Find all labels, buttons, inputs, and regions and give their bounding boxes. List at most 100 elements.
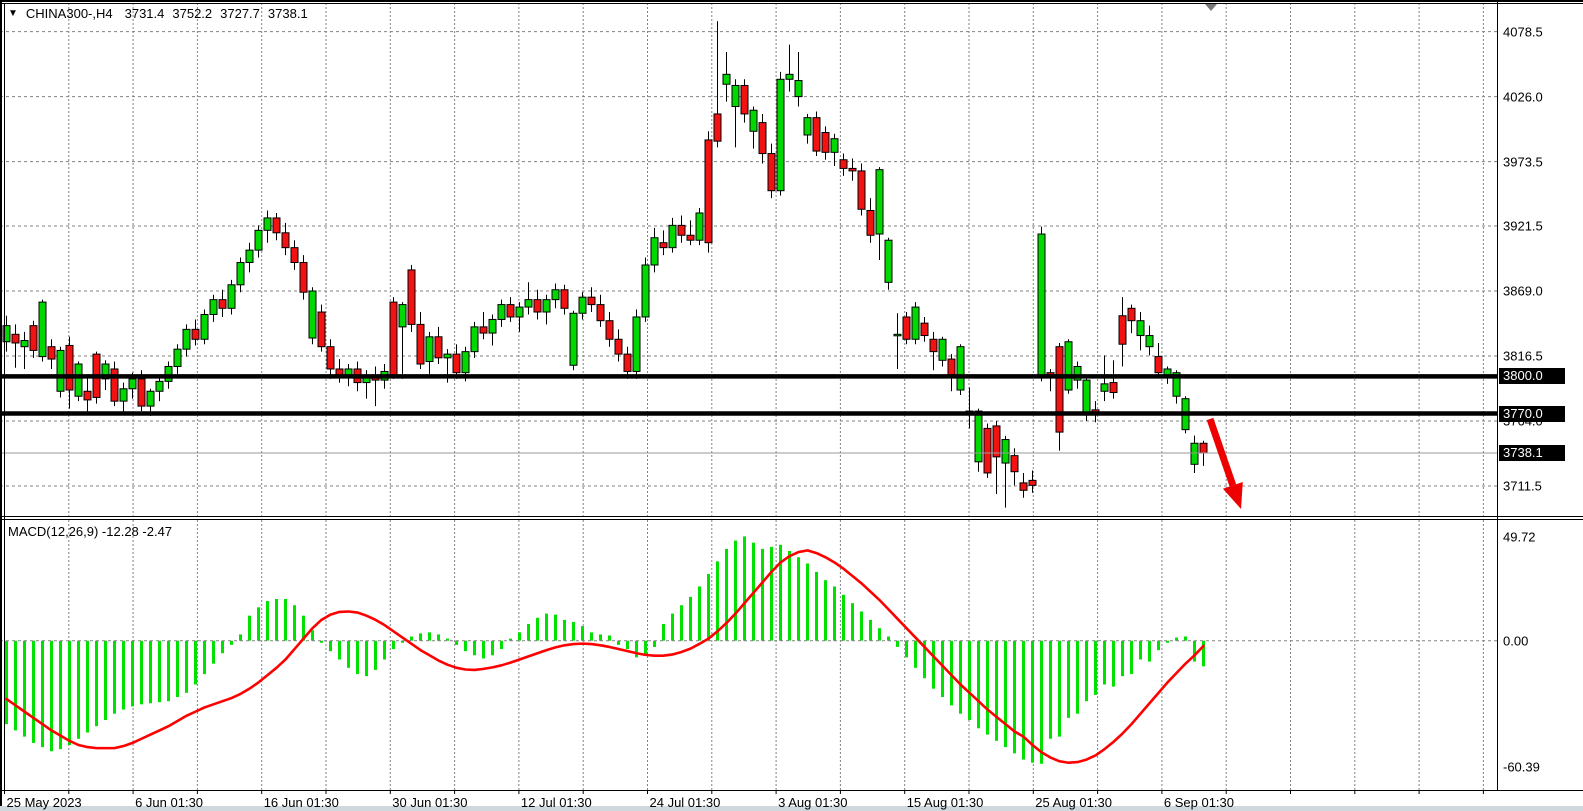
candle[interactable] [156, 381, 163, 391]
candle[interactable] [48, 347, 55, 359]
candle[interactable] [723, 74, 730, 84]
candle[interactable] [228, 285, 235, 309]
candle[interactable] [111, 369, 118, 401]
candle[interactable] [282, 233, 289, 248]
candle[interactable] [975, 411, 982, 462]
candle[interactable] [147, 391, 154, 406]
candle[interactable] [1011, 456, 1018, 472]
candle[interactable] [489, 319, 496, 333]
candle[interactable] [1065, 342, 1072, 390]
candle[interactable] [687, 235, 694, 240]
candle[interactable] [417, 324, 424, 364]
candle[interactable] [390, 302, 397, 375]
candle[interactable] [174, 349, 181, 366]
candle[interactable] [1083, 380, 1090, 412]
candle[interactable] [939, 339, 946, 360]
candle[interactable] [1038, 234, 1045, 375]
candle[interactable] [561, 290, 568, 309]
candle[interactable] [246, 250, 253, 262]
candle[interactable] [210, 300, 217, 315]
candle[interactable] [84, 391, 91, 400]
candle[interactable] [327, 347, 334, 369]
candle[interactable] [624, 354, 631, 371]
candle[interactable] [930, 339, 937, 351]
candle[interactable] [237, 263, 244, 285]
candle[interactable] [831, 139, 838, 153]
candle[interactable] [219, 300, 226, 309]
candle[interactable] [534, 300, 541, 312]
candle[interactable] [597, 305, 604, 321]
candle[interactable] [885, 240, 892, 282]
candle[interactable] [669, 225, 676, 247]
candle[interactable] [30, 326, 37, 351]
candle[interactable] [678, 225, 685, 235]
candle[interactable] [642, 265, 649, 317]
candle[interactable] [201, 315, 208, 340]
candle[interactable] [921, 323, 928, 335]
candle[interactable] [579, 297, 586, 313]
candle[interactable] [507, 305, 514, 317]
candle[interactable] [849, 168, 856, 170]
candle[interactable] [273, 218, 280, 233]
candle[interactable] [1128, 308, 1135, 320]
candle[interactable] [804, 118, 811, 135]
candle[interactable] [21, 340, 28, 346]
candle[interactable] [192, 329, 199, 339]
candle[interactable] [867, 211, 874, 236]
candle[interactable] [1110, 383, 1117, 393]
candle[interactable] [876, 170, 883, 234]
candle[interactable] [948, 359, 955, 375]
candle[interactable] [399, 305, 406, 327]
candle[interactable] [1020, 483, 1027, 490]
chart-canvas[interactable] [0, 0, 1583, 811]
candle[interactable] [444, 354, 451, 358]
candle[interactable] [129, 379, 136, 389]
candle[interactable] [786, 74, 793, 79]
candle[interactable] [822, 133, 829, 153]
candle[interactable] [498, 305, 505, 320]
candle[interactable] [516, 307, 523, 317]
candle[interactable] [912, 307, 919, 339]
candle[interactable] [696, 213, 703, 240]
candle[interactable] [255, 230, 262, 250]
candle[interactable] [138, 379, 145, 406]
candle[interactable] [12, 334, 19, 343]
candle[interactable] [426, 337, 433, 362]
candle[interactable] [651, 238, 658, 265]
candle[interactable] [318, 312, 325, 347]
candle[interactable] [795, 81, 802, 97]
candle[interactable] [453, 354, 460, 373]
candle[interactable] [1200, 443, 1207, 453]
candle[interactable] [660, 243, 667, 248]
candle[interactable] [858, 171, 865, 209]
candle[interactable] [894, 334, 901, 336]
candle[interactable] [1155, 357, 1162, 373]
candle[interactable] [75, 364, 82, 396]
candle[interactable] [1002, 440, 1009, 464]
candle[interactable] [66, 345, 73, 390]
candle[interactable] [435, 337, 442, 358]
candle[interactable] [1029, 480, 1036, 485]
candle[interactable] [1191, 443, 1198, 464]
candle[interactable] [606, 321, 613, 340]
candle[interactable] [309, 291, 316, 338]
candle[interactable] [57, 350, 64, 391]
candle[interactable] [570, 313, 577, 365]
candle[interactable] [1137, 321, 1144, 336]
candle[interactable] [408, 270, 415, 324]
candle[interactable] [777, 79, 784, 190]
candle[interactable] [633, 317, 640, 371]
candle[interactable] [615, 339, 622, 354]
candle[interactable] [741, 85, 748, 113]
candle[interactable] [291, 248, 298, 263]
candle[interactable] [840, 160, 847, 169]
candle[interactable] [813, 118, 820, 151]
candle[interactable] [471, 327, 478, 352]
candle[interactable] [993, 426, 1000, 457]
candle[interactable] [1056, 347, 1063, 432]
candle[interactable] [714, 114, 721, 141]
candle[interactable] [984, 428, 991, 473]
candle[interactable] [957, 347, 964, 390]
candle[interactable] [543, 300, 550, 312]
candle[interactable] [120, 389, 127, 401]
